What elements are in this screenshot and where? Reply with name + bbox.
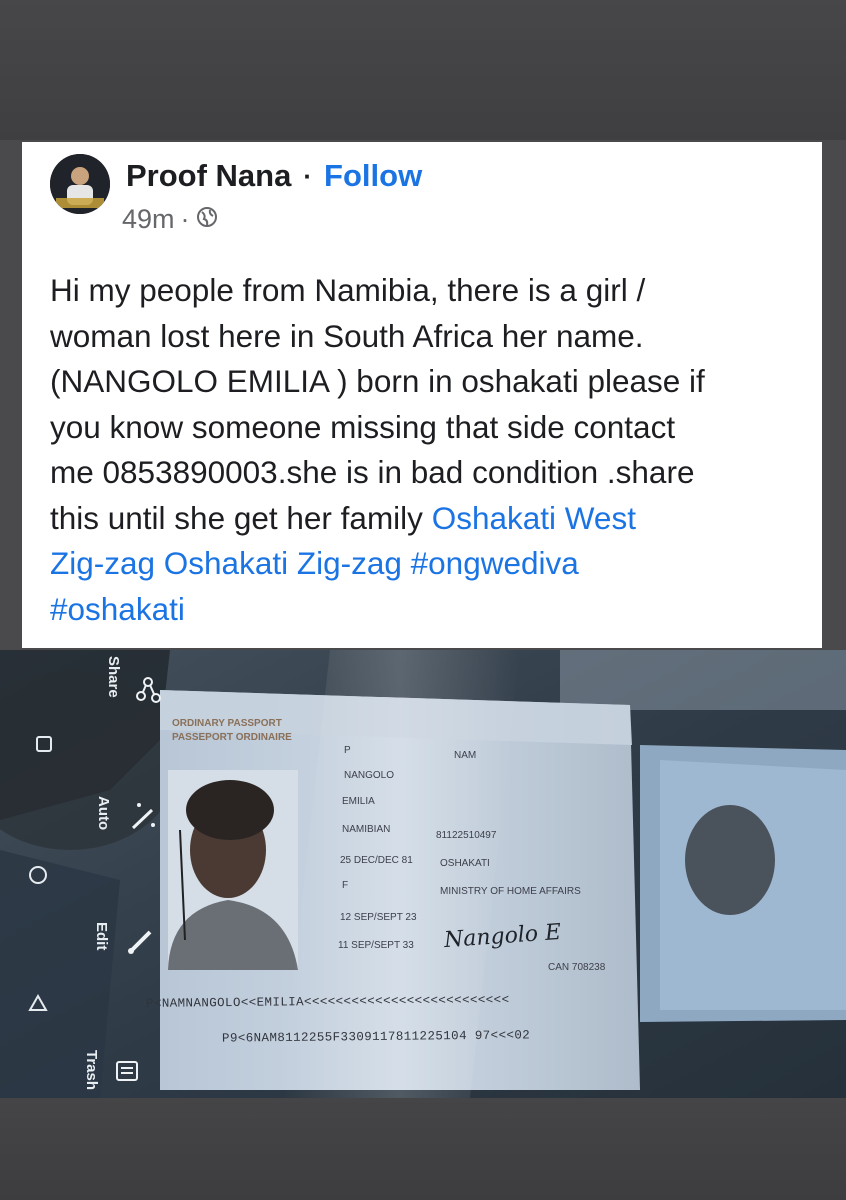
- separator-dot: ·: [303, 160, 313, 191]
- avatar[interactable]: [50, 154, 110, 214]
- passport-expiry-date: 11 SEP/SEPT 33: [338, 940, 414, 951]
- passport-authority: MINISTRY OF HOME AFFAIRS: [440, 886, 581, 897]
- post-meta: 49m ·: [122, 204, 218, 235]
- status-bar-area: [0, 0, 846, 140]
- post-line: #oshakati: [50, 587, 810, 633]
- post-line: Hi my people from Namibia, there is a gi…: [50, 272, 646, 308]
- passport-sex: F: [342, 880, 349, 891]
- auto-label[interactable]: Auto: [95, 796, 112, 830]
- author-name[interactable]: Proof Nana: [126, 158, 291, 194]
- post-line: woman lost here in South Africa her name…: [50, 317, 644, 354]
- follow-button[interactable]: Follow: [324, 158, 422, 194]
- share-label[interactable]: Share: [105, 656, 122, 698]
- page-link-oshakati-west[interactable]: Oshakati West: [432, 500, 636, 536]
- trash-label[interactable]: Trash: [83, 1050, 100, 1090]
- passport-personal-no: 81122510497: [436, 830, 497, 841]
- passport-type: P: [344, 745, 351, 756]
- hashtag-oshakati[interactable]: #oshakati: [50, 591, 185, 627]
- passport-photo: Share Auto Edit Trash ORDINARY PASSPORT …: [0, 650, 846, 1098]
- page-link-zigzag[interactable]: Zig-zag Oshakati Zig-zag #ongwediva: [50, 545, 579, 581]
- post-line-text: this until she get her family: [50, 499, 423, 536]
- passport-birth-place: OSHAKATI: [440, 858, 490, 869]
- passport-code: NAM: [454, 750, 477, 761]
- passport-header-1: ORDINARY PASSPORT: [172, 718, 282, 729]
- passport-can: CAN 708238: [548, 962, 606, 973]
- passport-dob: 25 DEC/DEC 81: [340, 855, 413, 866]
- post-line: you know someone missing that side conta…: [50, 408, 676, 445]
- passport-given-names: EMILIA: [342, 796, 375, 807]
- meta-dot: ·: [180, 204, 190, 234]
- passport-nationality: NAMIBIAN: [342, 824, 391, 835]
- edit-label[interactable]: Edit: [93, 922, 110, 950]
- author-row: Proof Nana · Follow: [126, 156, 422, 196]
- post-line: me 0853890003.she is in bad condition .s…: [50, 454, 695, 490]
- post-time[interactable]: 49m: [122, 204, 175, 235]
- facebook-post: Proof Nana · Follow 49m · Hi my people f…: [22, 142, 822, 648]
- passport-surname: NANGOLO: [344, 770, 395, 781]
- post-line: (NANGOLO EMILIA ) born in oshakati pleas…: [50, 363, 705, 399]
- passport-header-2: PASSEPORT ORDINAIRE: [172, 732, 292, 743]
- passport-issue-date: 12 SEP/SEPT 23: [340, 912, 417, 923]
- globe-icon: [196, 204, 218, 235]
- post-line: Zig-zag Oshakati Zig-zag #ongwediva: [50, 541, 810, 587]
- bottom-bar-area: [0, 1098, 846, 1200]
- post-line: this until she get her family Oshakati W…: [50, 496, 810, 542]
- post-body: Hi my people from Namibia, there is a gi…: [50, 268, 810, 632]
